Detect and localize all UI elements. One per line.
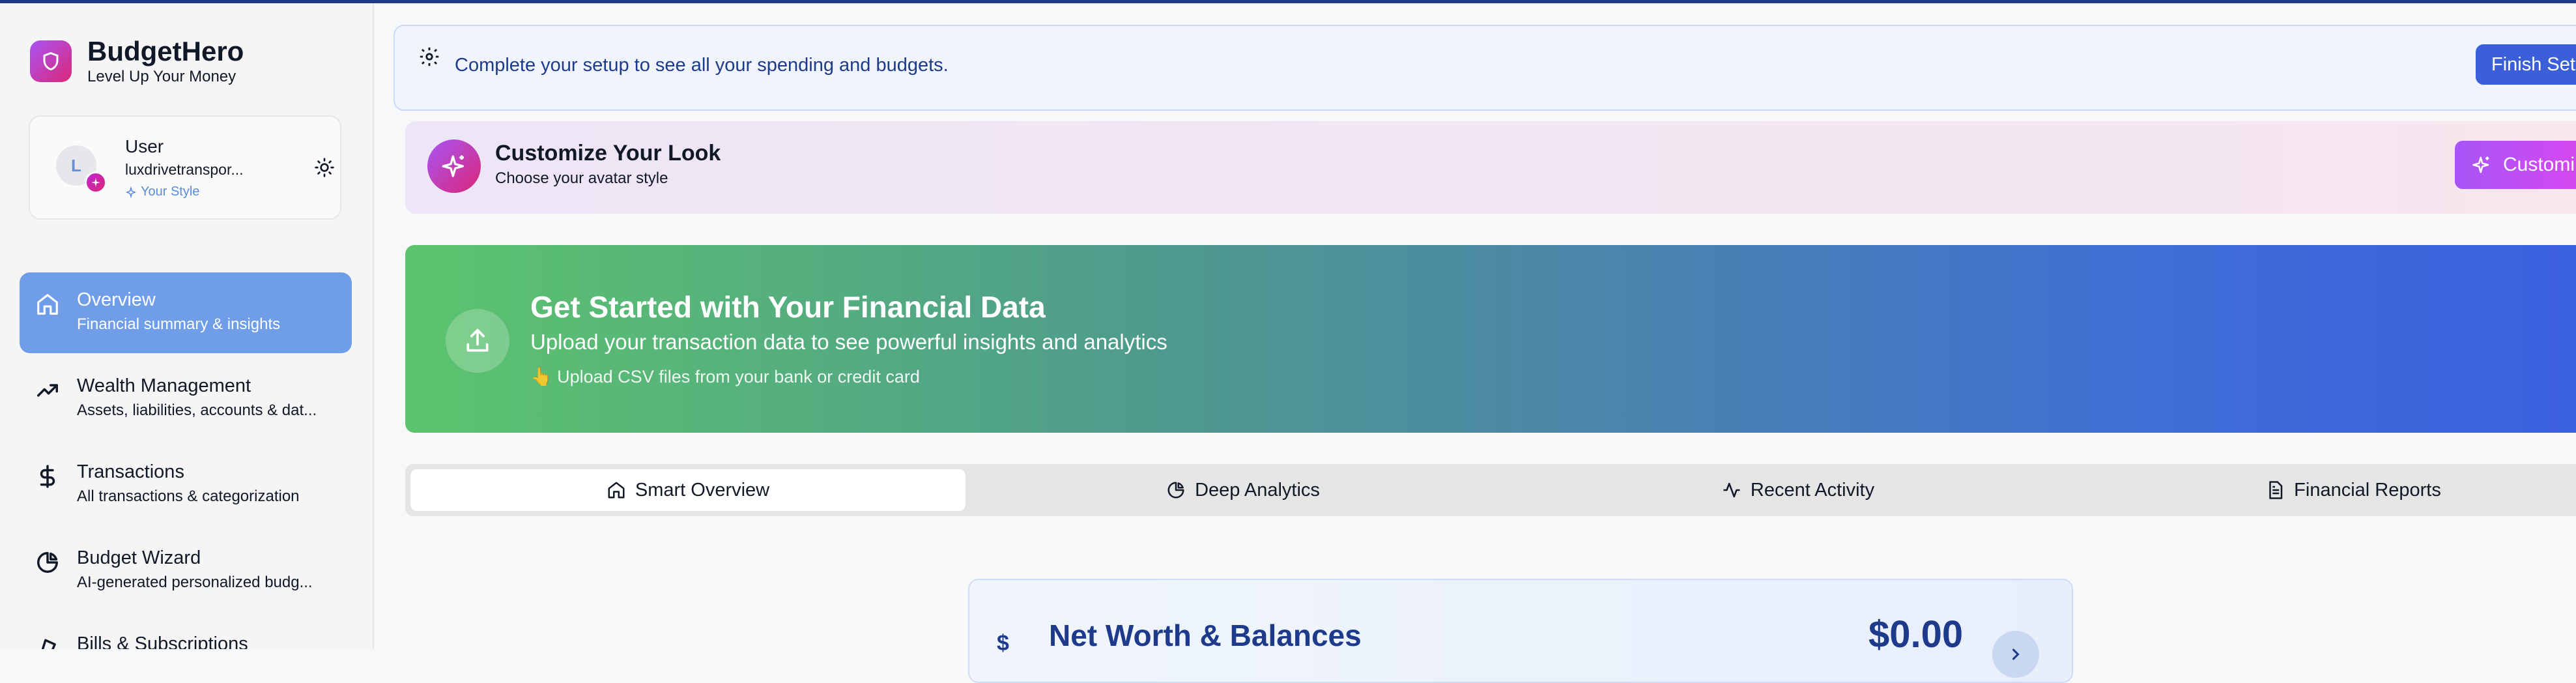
- setup-banner: Complete your setup to see all your spen…: [394, 25, 2576, 111]
- sidebar-item-overview[interactable]: Overview Financial summary & insights: [20, 272, 352, 353]
- document-icon: [2265, 480, 2285, 500]
- upload-icon[interactable]: [446, 309, 509, 373]
- tab-recent-activity[interactable]: Recent Activity: [1521, 469, 2076, 511]
- hero-title: Get Started with Your Financial Data: [530, 290, 1046, 324]
- sidebar-item-desc: Assets, liabilities, accounts & dat...: [77, 401, 317, 419]
- sidebar-item-label: Transactions: [77, 461, 184, 482]
- hero-hint: 👆 Upload CSV files from your bank or cre…: [530, 367, 920, 386]
- sidebar-item-label: Overview: [77, 289, 156, 310]
- tab-deep-analytics[interactable]: Deep Analytics: [966, 469, 1521, 511]
- sidebar-item-label: Budget Wizard: [77, 547, 201, 568]
- dollar-icon: $: [997, 631, 1009, 656]
- sparkles-icon: [125, 186, 137, 198]
- sidebar-item-label: Wealth Management: [77, 375, 251, 396]
- sidebar-item-budget-wizard[interactable]: Budget Wizard AI-generated personalized …: [20, 530, 352, 611]
- home-icon: [35, 292, 60, 317]
- finish-setup-button[interactable]: Finish Set: [2476, 44, 2576, 85]
- top-accent-bar: [0, 0, 2576, 3]
- net-worth-card[interactable]: $ Net Worth & Balances $0.00: [968, 579, 2073, 683]
- app-tagline: Level Up Your Money: [87, 68, 236, 85]
- sidebar-item-bills-subscriptions[interactable]: Bills & Subscriptions: [20, 617, 352, 649]
- sidebar: BudgetHero Level Up Your Money L User lu…: [0, 3, 374, 649]
- customize-button[interactable]: Customi: [2455, 141, 2576, 189]
- sparkles-icon: [427, 139, 481, 193]
- sidebar-item-transactions[interactable]: Transactions All transactions & categori…: [20, 444, 352, 525]
- bill-icon: [35, 636, 60, 649]
- customize-look-card: Customize Your Look Choose your avatar s…: [405, 121, 2576, 214]
- your-style-label: Your Style: [141, 184, 200, 199]
- setup-message: Complete your setup to see all your spen…: [455, 55, 949, 76]
- app-name: BudgetHero: [87, 36, 244, 66]
- brand[interactable]: BudgetHero Level Up Your Money: [30, 36, 244, 87]
- sidebar-item-desc: AI-generated personalized budg...: [77, 574, 313, 591]
- home-icon: [607, 480, 626, 500]
- user-email: luxdrivetranspor...: [125, 161, 244, 178]
- trending-up-icon: [35, 378, 60, 403]
- tab-label: Deep Analytics: [1195, 479, 1320, 501]
- customize-button-label: Customi: [2503, 154, 2575, 175]
- get-started-banner: Get Started with Your Financial Data Upl…: [405, 245, 2576, 433]
- hero-subtitle: Upload your transaction data to see powe…: [530, 330, 1167, 354]
- customize-subtitle: Choose your avatar style: [495, 169, 668, 187]
- pie-chart-icon: [1166, 480, 1186, 500]
- tab-label: Smart Overview: [635, 479, 770, 501]
- sidebar-item-wealth-management[interactable]: Wealth Management Assets, liabilities, a…: [20, 358, 352, 439]
- sidebar-item-desc: Financial summary & insights: [77, 315, 281, 333]
- sidebar-item-desc: All transactions & categorization: [77, 487, 300, 505]
- user-card[interactable]: L User luxdrivetranspor... Your Style: [29, 115, 341, 220]
- sparkles-icon: [2472, 155, 2491, 175]
- settings-icon: [418, 46, 440, 68]
- sun-icon[interactable]: [314, 157, 335, 178]
- user-name: User: [125, 136, 164, 156]
- tab-smart-overview[interactable]: Smart Overview: [410, 469, 966, 511]
- sparkle-badge-icon: [85, 171, 107, 194]
- your-style-link[interactable]: Your Style: [125, 184, 199, 199]
- activity-icon: [1722, 480, 1741, 500]
- dollar-icon: [35, 464, 60, 489]
- shield-icon: [30, 40, 72, 82]
- net-worth-title: Net Worth & Balances: [1049, 618, 1362, 652]
- avatar-initial: L: [71, 155, 81, 175]
- chevron-icon[interactable]: [1992, 631, 2039, 678]
- customize-title: Customize Your Look: [495, 141, 721, 166]
- overview-tabs: Smart Overview Deep Analytics Recent Act…: [405, 464, 2576, 516]
- tab-financial-reports[interactable]: Financial Reports: [2076, 469, 2576, 511]
- tab-label: Recent Activity: [1750, 479, 1875, 501]
- pie-chart-icon: [35, 550, 60, 575]
- net-worth-value: $0.00: [1868, 613, 1964, 656]
- tab-label: Financial Reports: [2294, 479, 2441, 501]
- sidebar-item-label: Bills & Subscriptions: [77, 633, 248, 649]
